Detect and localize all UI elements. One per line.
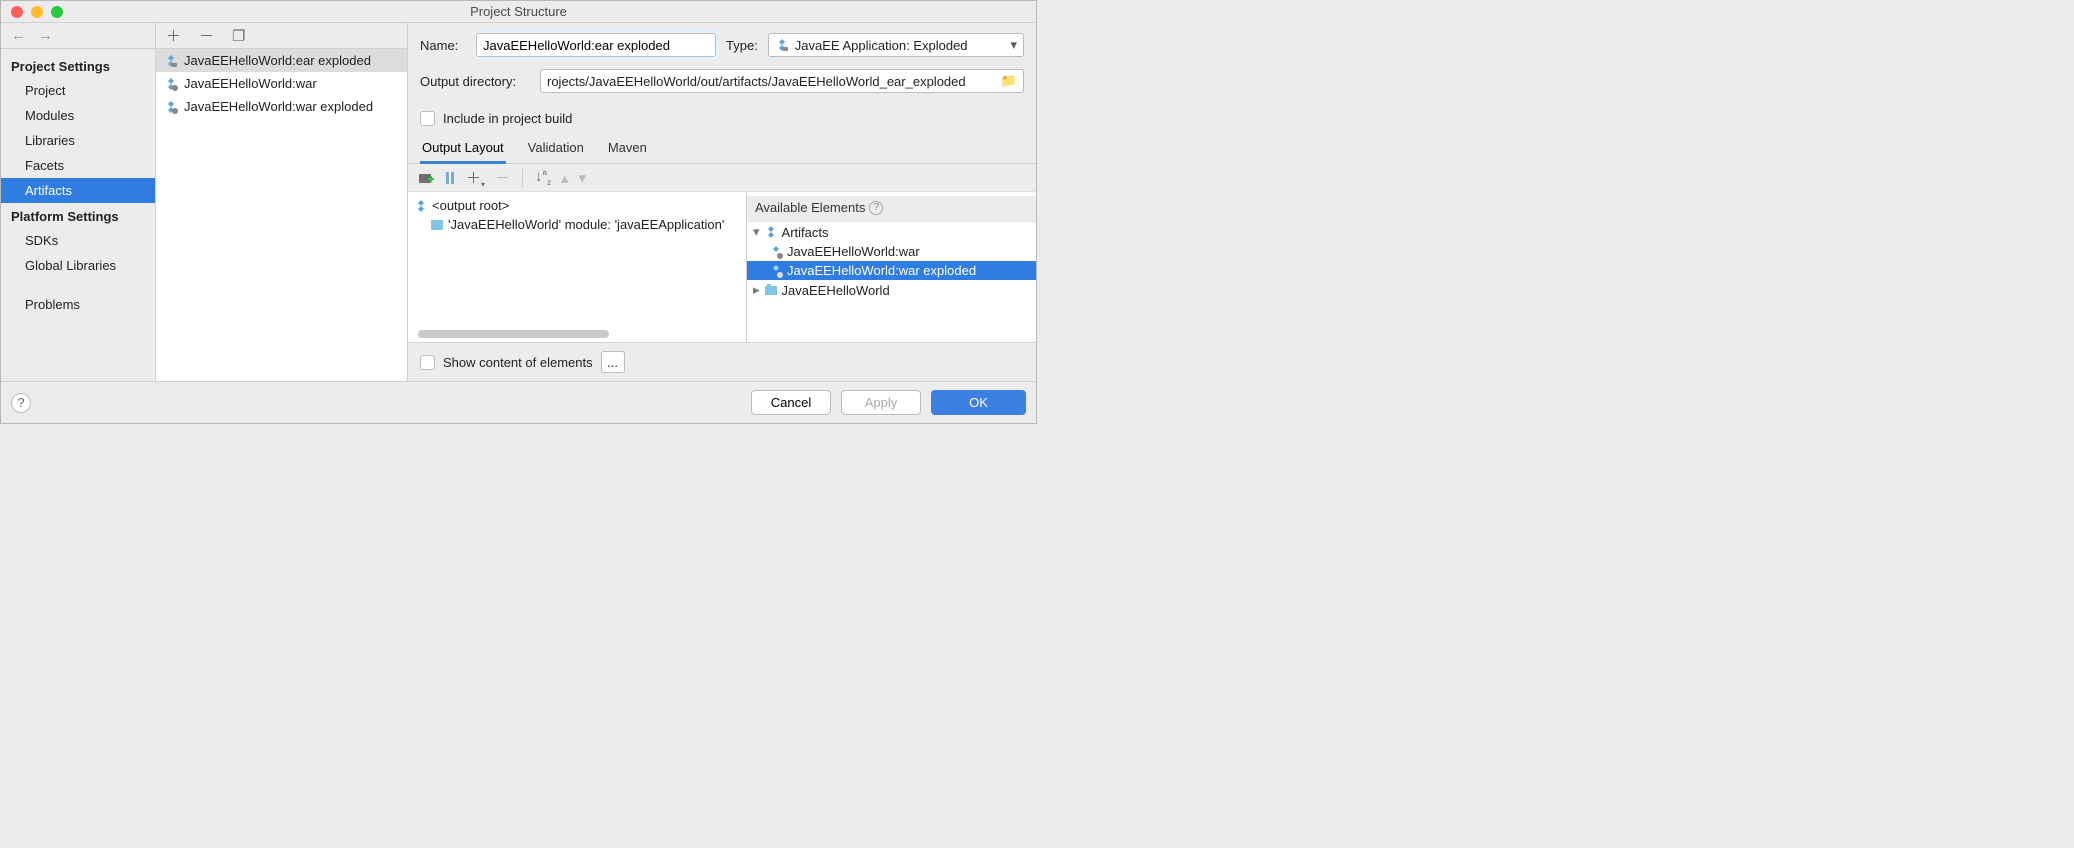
artifact-list-panel: ＋ － ❐ JavaEEHelloWorld:ear exploded Java… (156, 23, 408, 381)
name-label: Name: (420, 38, 466, 53)
output-dir-value: rojects/JavaEEHelloWorld/out/artifacts/J… (547, 74, 966, 89)
forward-icon[interactable]: → (38, 27, 53, 44)
sidebar-header-platform: Platform Settings (1, 203, 155, 228)
settings-sidebar: ← → Project Settings Project Modules Lib… (1, 23, 156, 381)
type-combobox[interactable]: JavaEE Application: Exploded ▾ (768, 33, 1024, 57)
artifact-item-war-exploded[interactable]: JavaEEHelloWorld:war exploded (156, 95, 407, 118)
help-icon[interactable]: ? (869, 201, 883, 215)
sidebar-item-facets[interactable]: Facets (1, 153, 155, 178)
available-war-exploded-label: JavaEEHelloWorld:war exploded (787, 263, 976, 278)
artifact-item-war[interactable]: JavaEEHelloWorld:war (156, 72, 407, 95)
nav-history: ← → (1, 23, 155, 49)
available-war-exploded-node[interactable]: JavaEEHelloWorld:war exploded (747, 261, 1036, 280)
available-war-label: JavaEEHelloWorld:war (787, 244, 920, 259)
available-artifacts-node[interactable]: ▾ Artifacts (747, 222, 1036, 242)
tab-validation[interactable]: Validation (526, 134, 586, 163)
apply-button[interactable]: Apply (841, 390, 921, 415)
sidebar-list: Project Settings Project Modules Librari… (1, 49, 155, 381)
help-button[interactable]: ? (11, 393, 31, 413)
available-module-node[interactable]: ▸ JavaEEHelloWorld (747, 280, 1036, 300)
sidebar-header-project: Project Settings (1, 53, 155, 78)
show-content-row: Show content of elements ... (408, 343, 1036, 381)
output-root-label: <output root> (432, 198, 509, 213)
sort-icon[interactable]: ↓az (535, 168, 551, 187)
layout-trees: <output root> 'JavaEEHelloWorld' module:… (408, 192, 1036, 343)
artifact-icon (769, 245, 783, 259)
sidebar-item-sdks[interactable]: SDKs (1, 228, 155, 253)
artifact-toolbar: ＋ － ❐ (156, 23, 407, 49)
sidebar-item-modules[interactable]: Modules (1, 103, 155, 128)
move-up-icon[interactable]: ▴ (561, 169, 569, 187)
show-content-checkbox[interactable] (420, 355, 435, 370)
artifact-item-ear-exploded[interactable]: JavaEEHelloWorld:ear exploded (156, 49, 407, 72)
tab-output-layout[interactable]: Output Layout (420, 134, 506, 163)
artifact-type-icon (775, 38, 789, 52)
available-artifacts-label: Artifacts (782, 225, 829, 240)
artifact-tabs: Output Layout Validation Maven (408, 134, 1036, 164)
folder-browse-icon[interactable]: 📁 (1001, 73, 1017, 89)
sidebar-item-project[interactable]: Project (1, 78, 155, 103)
back-icon[interactable]: ← (11, 27, 26, 44)
artifact-icon (164, 77, 178, 91)
chevron-down-icon: ▾ (753, 224, 760, 240)
new-archive-icon[interactable] (444, 171, 456, 185)
add-copy-icon[interactable]: ＋▾ (466, 167, 485, 189)
show-content-label: Show content of elements (443, 355, 593, 370)
sidebar-item-artifacts[interactable]: Artifacts (1, 178, 155, 203)
artifact-icon (164, 54, 178, 68)
available-elements-header: Available Elements (755, 200, 865, 215)
output-child-node[interactable]: 'JavaEEHelloWorld' module: 'javaEEApplic… (408, 215, 746, 234)
output-child-label: 'JavaEEHelloWorld' module: 'javaEEApplic… (448, 217, 724, 232)
artifact-icon (164, 100, 178, 114)
separator (522, 169, 523, 187)
output-dir-input[interactable]: rojects/JavaEEHelloWorld/out/artifacts/J… (540, 69, 1024, 93)
dialog-footer: ? Cancel Apply OK (1, 381, 1036, 423)
project-structure-window: Project Structure ← → Project Settings P… (0, 0, 1037, 424)
sidebar-item-global-libraries[interactable]: Global Libraries (1, 253, 155, 278)
artifact-list: JavaEEHelloWorld:ear exploded JavaEEHell… (156, 49, 407, 381)
copy-icon[interactable]: ❐ (232, 27, 245, 45)
show-content-options-button[interactable]: ... (601, 351, 625, 373)
remove-icon[interactable]: － (199, 25, 214, 46)
artifact-group-icon (764, 225, 778, 239)
titlebar: Project Structure (1, 1, 1036, 23)
window-title: Project Structure (1, 4, 1036, 19)
include-checkbox[interactable] (420, 111, 435, 126)
available-war-node[interactable]: JavaEEHelloWorld:war (747, 242, 1036, 261)
type-label: Type: (726, 38, 758, 53)
name-input[interactable] (476, 33, 716, 57)
tab-maven[interactable]: Maven (606, 134, 649, 163)
output-tree[interactable]: <output root> 'JavaEEHelloWorld' module:… (408, 192, 746, 330)
remove-item-icon[interactable]: － (495, 167, 510, 188)
move-down-icon[interactable]: ▾ (579, 169, 587, 187)
cancel-button[interactable]: Cancel (751, 390, 831, 415)
sidebar-item-libraries[interactable]: Libraries (1, 128, 155, 153)
dialog-body: ← → Project Settings Project Modules Lib… (1, 23, 1036, 381)
available-module-label: JavaEEHelloWorld (782, 283, 890, 298)
horizontal-scrollbar[interactable] (418, 330, 736, 338)
artifact-item-label: JavaEEHelloWorld:war (184, 76, 317, 91)
type-value: JavaEE Application: Exploded (795, 38, 968, 53)
artifact-detail-panel: Name: Type: JavaEE Application: Exploded… (408, 23, 1036, 381)
artifact-item-label: JavaEEHelloWorld:war exploded (184, 99, 373, 114)
chevron-down-icon: ▾ (1010, 37, 1017, 53)
artifact-form: Name: Type: JavaEE Application: Exploded… (408, 23, 1036, 111)
module-icon (430, 218, 444, 232)
artifact-item-label: JavaEEHelloWorld:ear exploded (184, 53, 371, 68)
include-label: Include in project build (443, 111, 572, 126)
artifact-icon (414, 199, 428, 213)
output-dir-label: Output directory: (420, 74, 530, 89)
output-root-node[interactable]: <output root> (408, 196, 746, 215)
sidebar-item-problems[interactable]: Problems (1, 292, 155, 317)
add-icon[interactable]: ＋ (166, 25, 181, 46)
available-elements-panel: Available Elements ? ▾ Artifacts JavaEEH… (746, 192, 1036, 342)
new-folder-icon[interactable] (418, 171, 434, 185)
module-icon (764, 283, 778, 297)
artifact-icon (769, 264, 783, 278)
layout-toolbar: ＋▾ － ↓az ▴ ▾ (408, 164, 1036, 192)
ok-button[interactable]: OK (931, 390, 1026, 415)
chevron-right-icon: ▸ (753, 282, 760, 298)
